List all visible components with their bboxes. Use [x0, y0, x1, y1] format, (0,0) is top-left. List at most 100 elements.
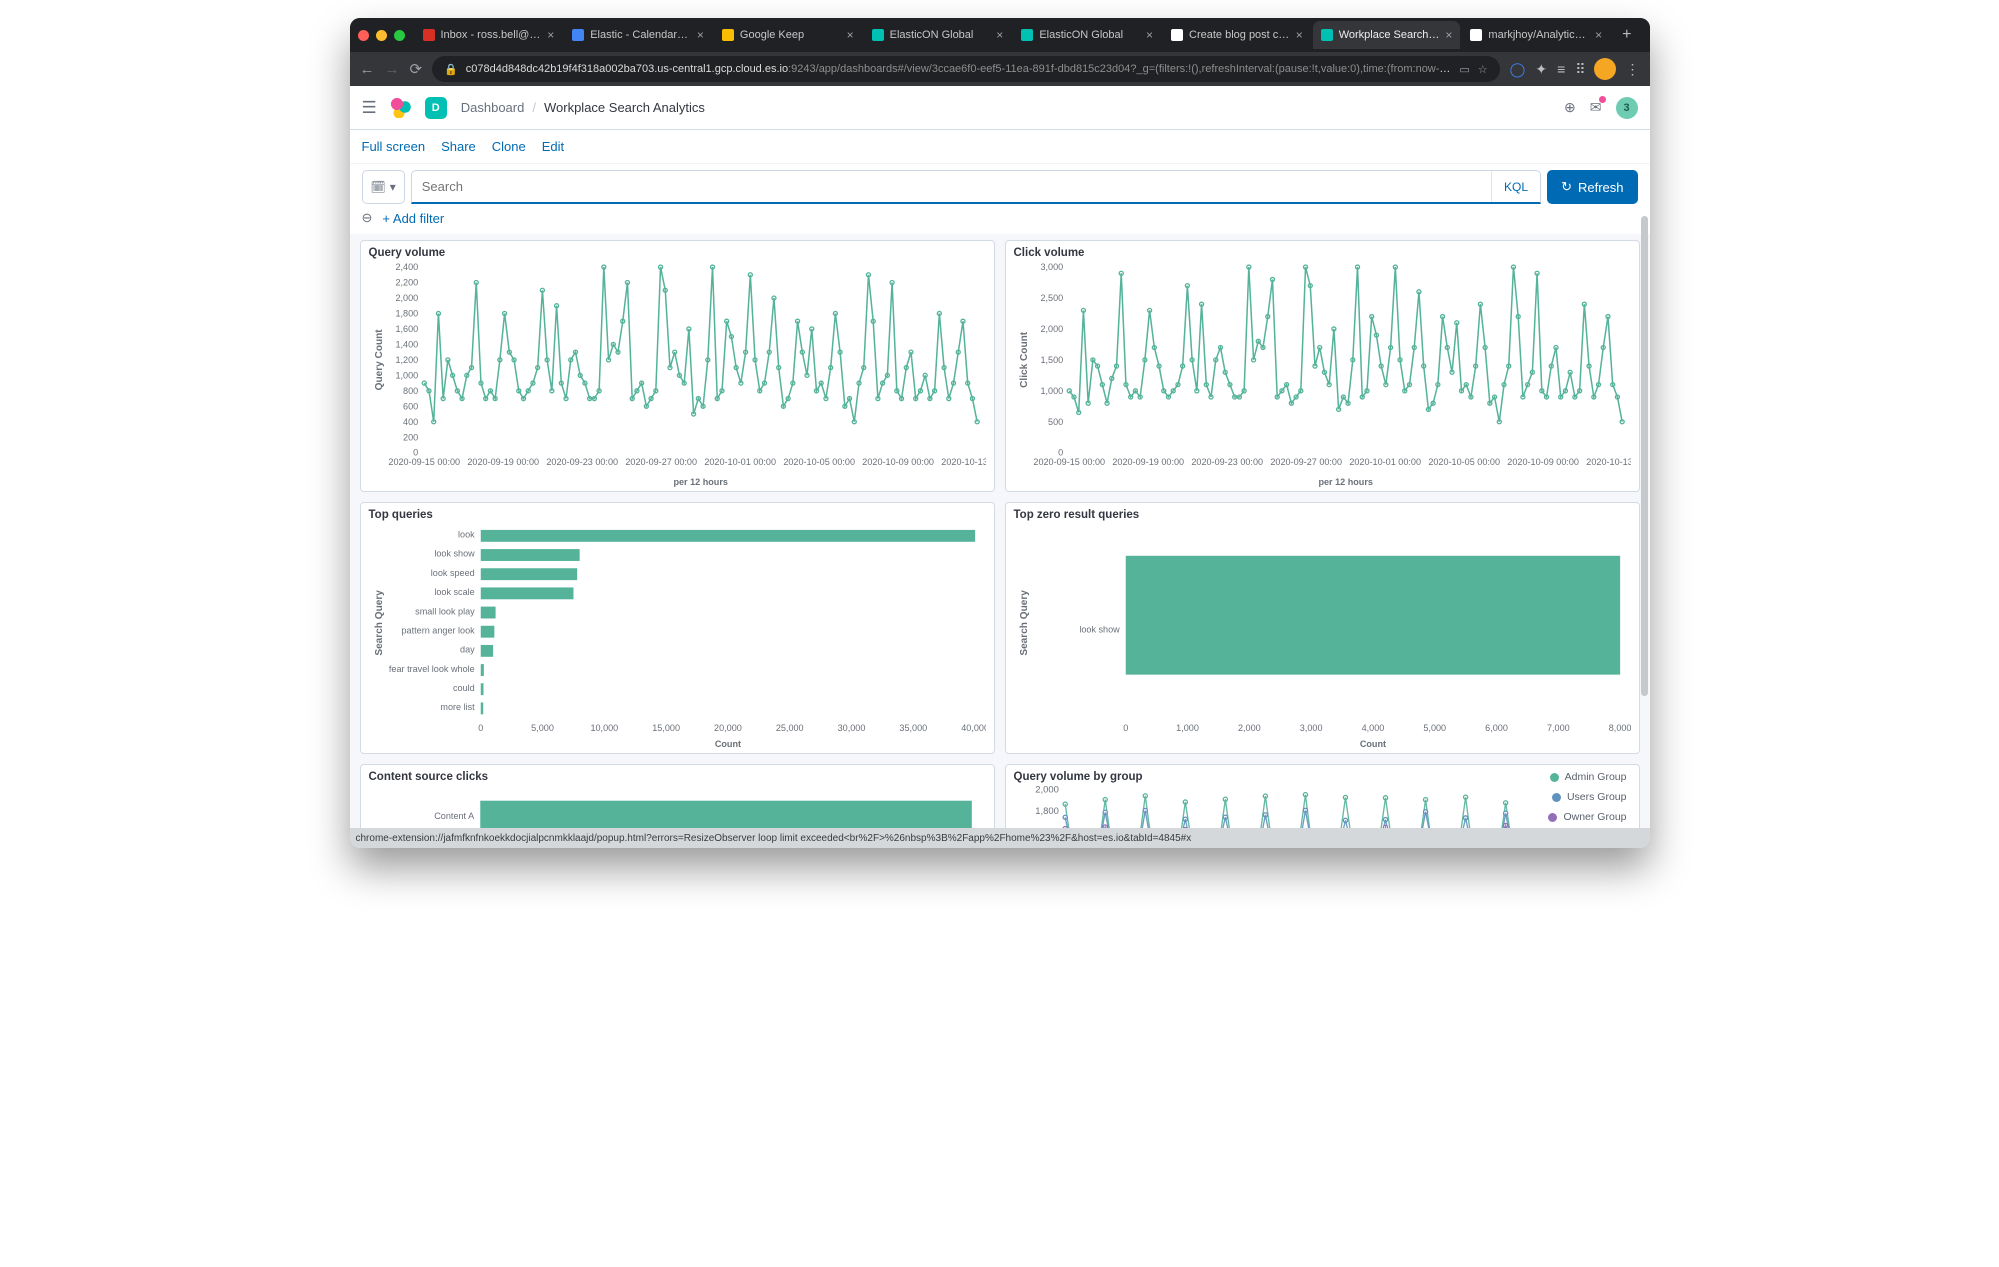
list-icon[interactable]: ≡: [1557, 61, 1565, 77]
svg-text:0: 0: [478, 723, 483, 733]
panel-title: Query volume by group: [1014, 771, 1549, 783]
kql-toggle[interactable]: KQL: [1491, 171, 1540, 202]
legend-swatch-users: [1552, 793, 1561, 802]
legend-swatch-admin: [1550, 773, 1559, 782]
refresh-icon: ↻: [1561, 179, 1572, 195]
space-badge[interactable]: D: [425, 97, 447, 119]
new-tab-button[interactable]: +: [1612, 26, 1641, 44]
browser-tab[interactable]: Inbox - ross.bell@elastic.co - ×: [415, 21, 563, 49]
address-bar[interactable]: 🔒 c078d4d848dc42b19f4f318a002ba703.us-ce…: [432, 56, 1500, 82]
svg-text:2020-10-09 00:00: 2020-10-09 00:00: [1507, 457, 1579, 467]
clone-button[interactable]: Clone: [492, 139, 526, 154]
window-controls[interactable]: [358, 30, 405, 41]
svg-text:2020-10-05 00:00: 2020-10-05 00:00: [1428, 457, 1500, 467]
scrollbar-thumb[interactable]: [1641, 216, 1648, 696]
top-zero-queries-chart: look show01,0002,0003,0004,0005,0006,000…: [1014, 523, 1631, 749]
panel-title: Query volume: [369, 247, 986, 259]
apps-icon[interactable]: ⠿: [1575, 61, 1583, 78]
legend-swatch-owner: [1548, 813, 1557, 822]
svg-text:2,000: 2,000: [1237, 723, 1260, 733]
scrollbar-track[interactable]: [1641, 216, 1648, 824]
shield-icon[interactable]: ◯: [1510, 61, 1526, 78]
tab-close-icon[interactable]: ×: [1146, 28, 1153, 42]
browser-tab[interactable]: markjhoy/AnalyticsGenerator ×: [1462, 21, 1610, 49]
panel-title: Click volume: [1014, 247, 1631, 259]
svg-text:Content A: Content A: [434, 811, 475, 821]
tab-favicon-icon: [722, 29, 734, 41]
share-button[interactable]: Share: [441, 139, 476, 154]
svg-text:30,000: 30,000: [837, 723, 865, 733]
tab-close-icon[interactable]: ×: [1595, 28, 1602, 42]
svg-text:more list: more list: [440, 702, 475, 712]
refresh-button[interactable]: ↻ Refresh: [1547, 170, 1637, 204]
bookmark-star-icon[interactable]: ☆: [1478, 63, 1488, 76]
date-picker[interactable]: 🗓 ▾: [362, 170, 405, 204]
tab-title: Create blog post content to ill: [1189, 29, 1290, 41]
svg-text:2,500: 2,500: [1040, 293, 1063, 303]
back-button[interactable]: ←: [360, 61, 375, 78]
svg-text:1,600: 1,600: [395, 324, 418, 334]
browser-tab[interactable]: Workplace Search Analytics - ×: [1313, 21, 1461, 49]
close-window-icon[interactable]: [358, 30, 369, 41]
browser-tab[interactable]: Google Keep ×: [714, 21, 862, 49]
browser-tab[interactable]: Elastic - Calendar - Week of C ×: [564, 21, 712, 49]
svg-text:1,000: 1,000: [1176, 723, 1199, 733]
svg-text:2020-09-27 00:00: 2020-09-27 00:00: [625, 457, 697, 467]
maximize-window-icon[interactable]: [394, 30, 405, 41]
minimize-window-icon[interactable]: [376, 30, 387, 41]
search-input[interactable]: [412, 179, 1491, 194]
svg-text:1,000: 1,000: [395, 370, 418, 380]
full-screen-button[interactable]: Full screen: [362, 139, 426, 154]
svg-text:1,800: 1,800: [1035, 806, 1059, 817]
calendar-icon: 🗓: [371, 180, 386, 194]
svg-text:200: 200: [403, 432, 418, 442]
tab-favicon-icon: [423, 29, 435, 41]
tab-favicon-icon: [1470, 29, 1482, 41]
tab-close-icon[interactable]: ×: [697, 28, 704, 42]
extensions-icon[interactable]: ✦: [1535, 61, 1547, 78]
kebab-menu-icon[interactable]: ⋮: [1626, 61, 1640, 78]
forward-button[interactable]: →: [385, 61, 400, 78]
filter-toggle-icon[interactable]: ⊖: [362, 210, 373, 226]
tab-close-icon[interactable]: ×: [996, 28, 1003, 42]
tab-favicon-icon: [872, 29, 884, 41]
svg-text:Search Query: Search Query: [373, 590, 384, 656]
svg-text:2,400: 2,400: [395, 262, 418, 272]
svg-text:2020-09-19 00:00: 2020-09-19 00:00: [1112, 457, 1184, 467]
add-filter-button[interactable]: + Add filter: [382, 211, 444, 226]
elastic-logo-icon[interactable]: [391, 98, 411, 118]
tab-title: Workplace Search Analytics -: [1339, 29, 1440, 41]
breadcrumb: Dashboard / Workplace Search Analytics: [461, 100, 705, 115]
filter-bar: ⊖ + Add filter: [350, 210, 1650, 234]
breadcrumb-current: Workplace Search Analytics: [544, 100, 705, 115]
browser-tab[interactable]: ElasticON Global ×: [864, 21, 1012, 49]
svg-text:look show: look show: [434, 549, 475, 559]
notification-badge[interactable]: 3: [1616, 97, 1638, 119]
browser-tab[interactable]: ElasticON Global ×: [1013, 21, 1161, 49]
query-volume-chart: 02004006008001,0001,2001,4001,6001,8002,…: [369, 261, 986, 487]
breadcrumb-root[interactable]: Dashboard: [461, 100, 525, 115]
tab-close-icon[interactable]: ×: [847, 28, 854, 42]
edit-button[interactable]: Edit: [542, 139, 564, 154]
tab-close-icon[interactable]: ×: [1445, 28, 1452, 42]
lock-icon: 🔒: [444, 63, 458, 76]
profile-avatar[interactable]: [1594, 58, 1616, 80]
reader-mode-icon[interactable]: ▭: [1459, 63, 1469, 76]
svg-text:Click Count: Click Count: [1018, 331, 1029, 388]
svg-text:2,200: 2,200: [395, 278, 418, 288]
svg-text:Query Count: Query Count: [373, 329, 384, 391]
svg-text:2020-10-01 00:00: 2020-10-01 00:00: [1349, 457, 1421, 467]
mail-icon[interactable]: ✉: [1590, 99, 1602, 116]
tab-close-icon[interactable]: ×: [547, 28, 554, 42]
tab-close-icon[interactable]: ×: [1296, 28, 1303, 42]
svg-text:2020-09-15 00:00: 2020-09-15 00:00: [1033, 457, 1105, 467]
menu-icon[interactable]: ☰: [362, 98, 377, 118]
svg-text:6,000: 6,000: [1485, 723, 1508, 733]
svg-text:fear travel look whole: fear travel look whole: [388, 664, 474, 674]
newsfeed-icon[interactable]: ⊕: [1564, 99, 1576, 116]
svg-text:0: 0: [1123, 723, 1128, 733]
svg-text:3,000: 3,000: [1299, 723, 1322, 733]
browser-tab[interactable]: Create blog post content to ill ×: [1163, 21, 1311, 49]
svg-text:1,400: 1,400: [395, 339, 418, 349]
reload-button[interactable]: ⟳: [410, 60, 423, 78]
